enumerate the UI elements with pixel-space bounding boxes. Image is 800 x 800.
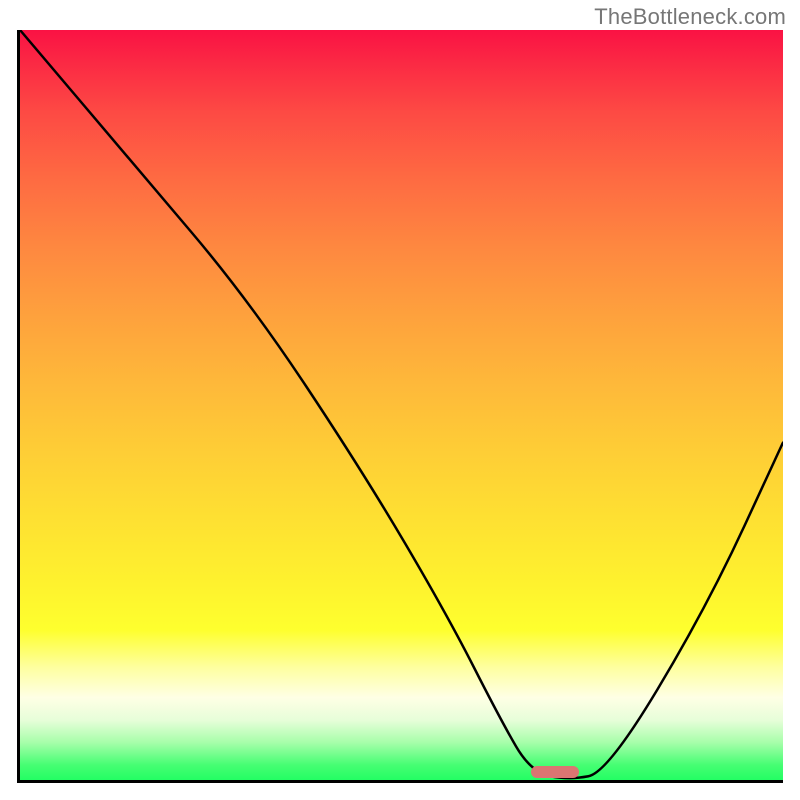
bottleneck-chart: TheBottleneck.com [0,0,800,800]
watermark-label: TheBottleneck.com [594,4,786,30]
optimum-marker [531,766,579,778]
bottleneck-curve [20,30,783,780]
plot-area [17,30,783,783]
